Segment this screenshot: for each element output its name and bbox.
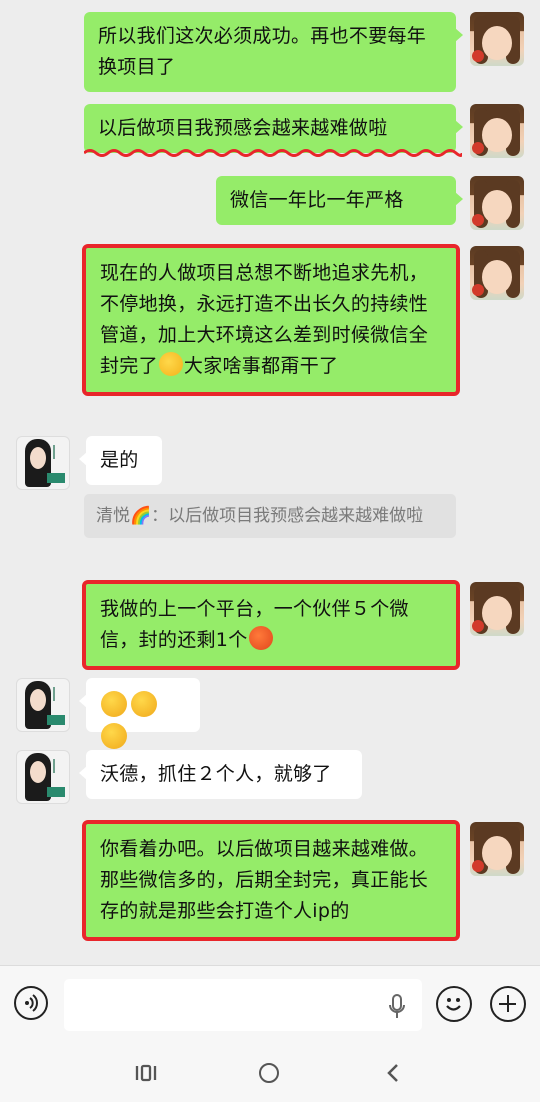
quote-text: 清悦🌈：以后做项目我预感会越来越难做啦 [96, 506, 424, 526]
self-avatar[interactable] [470, 176, 524, 230]
message-text: 你看着办吧。以后做项目越来越难做。那些微信多的，后期全封完，真正能长存的就是那些… [100, 838, 429, 922]
self-avatar[interactable] [470, 104, 524, 158]
chat-area[interactable]: 所以我们这次必须成功。再也不要每年换项目了 以后做项目我预感会越来越难做啦 微信… [0, 0, 540, 965]
message-text: 沃德，抓住２个人，就够了 [100, 763, 332, 785]
laughing-tears-emoji [101, 691, 127, 717]
voice-icon[interactable] [14, 986, 48, 1020]
mic-icon[interactable] [388, 994, 406, 1020]
message-bubble[interactable]: 微信一年比一年严格 [216, 176, 463, 225]
message-bubble[interactable]: 是的 [79, 436, 162, 485]
message-bubble[interactable]: 以后做项目我预感会越来越难做啦 [84, 104, 463, 153]
quoted-reply[interactable]: 清悦🌈：以后做项目我预感会越来越难做啦 [84, 494, 456, 538]
back-icon[interactable] [385, 1063, 401, 1083]
message-text: 是的 [100, 449, 139, 471]
contact-avatar[interactable] [16, 750, 70, 804]
emoji-icon[interactable] [436, 986, 472, 1022]
plus-icon[interactable] [490, 986, 526, 1022]
contact-avatar[interactable] [16, 436, 70, 490]
laughing-tears-emoji [101, 723, 127, 749]
message-bubble[interactable]: 我做的上一个平台，一个伙伴５个微信，封的还剩1个 [82, 580, 460, 670]
message-text: 以后做项目我预感会越来越难做啦 [98, 117, 388, 139]
message-bubble[interactable]: 现在的人做项目总想不断地追求先机，不停地换，永远打造不出长久的持续性管道，加上大… [82, 244, 460, 396]
home-icon[interactable] [259, 1063, 279, 1083]
wavy-underline-annotation [84, 149, 462, 157]
message-text: 所以我们这次必须成功。再也不要每年换项目了 [98, 25, 427, 78]
self-avatar[interactable] [470, 246, 524, 300]
hot-face-emoji [248, 626, 273, 650]
self-avatar[interactable] [470, 12, 524, 66]
laughing-tears-emoji [131, 691, 157, 717]
recents-icon[interactable] [135, 1064, 157, 1082]
system-nav-bar [0, 1045, 540, 1102]
message-bubble[interactable]: 你看着办吧。以后做项目越来越难做。那些微信多的，后期全封完，真正能长存的就是那些… [82, 820, 460, 941]
contact-avatar[interactable] [16, 678, 70, 732]
input-bar [0, 965, 540, 1046]
self-avatar[interactable] [470, 582, 524, 636]
self-avatar[interactable] [470, 822, 524, 876]
message-bubble[interactable]: 沃德，抓住２个人，就够了 [79, 750, 362, 799]
message-bubble[interactable] [79, 678, 200, 749]
message-bubble[interactable]: 所以我们这次必须成功。再也不要每年换项目了 [84, 12, 463, 92]
message-input[interactable] [64, 979, 422, 1031]
message-text: 微信一年比一年严格 [230, 189, 404, 211]
thinking-face-emoji [158, 352, 183, 376]
message-text: 大家啥事都甭干了 [183, 355, 339, 377]
